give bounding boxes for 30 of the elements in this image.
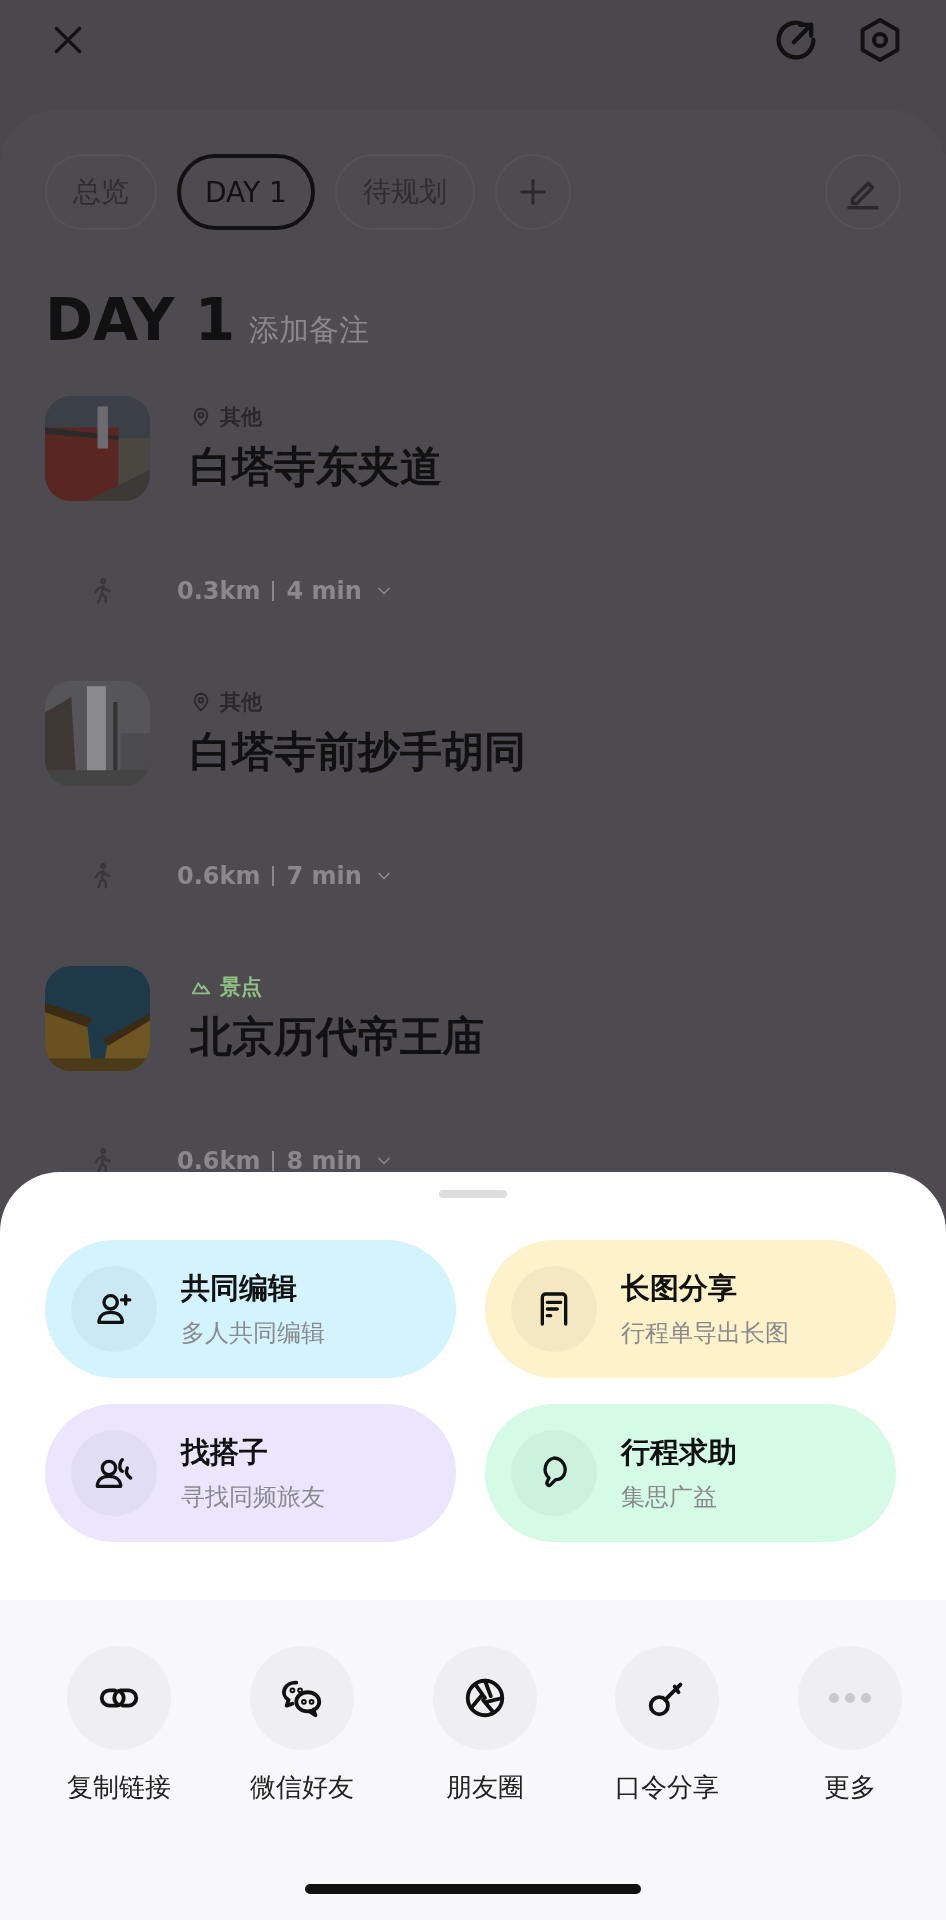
action-card[interactable]: 行程求助 集思广益 [485,1404,896,1542]
sheet-handle[interactable] [439,1190,507,1198]
category-label: 景点 [220,973,262,1001]
duration-text: 7 min [286,862,362,890]
share-option[interactable]: 口令分享 [581,1646,754,1805]
share-option[interactable]: 微信好友 [215,1646,388,1805]
action-title: 长图分享 [621,1270,738,1307]
distance-text: 0.3km [177,577,261,605]
note-field[interactable]: 添加备注 [249,312,430,347]
distance-text: 0.6km [177,1147,261,1175]
action-subtitle: 集思广益 [621,1482,718,1513]
duration-text: 8 min [286,1147,362,1175]
action-title: 找搭子 [181,1434,269,1471]
duration-text: 4 min [286,577,362,605]
edit-button[interactable] [825,154,901,230]
add-day-button[interactable] [494,154,571,230]
share-option[interactable]: 复制链接 [33,1646,205,1805]
day-title: DAY 1 [45,286,236,354]
action-card[interactable]: 找搭子 寻找同频旅友 [45,1404,456,1542]
share-option[interactable]: 更多 [764,1646,936,1805]
action-card[interactable]: 长图分享 行程单导出长图 [485,1240,896,1378]
action-subtitle: 寻找同频旅友 [181,1482,325,1513]
more-icon [827,1692,873,1704]
action-card[interactable]: 共同编辑 多人共同编辑 [45,1240,456,1378]
action-subtitle: 行程单导出长图 [621,1318,789,1349]
share-option[interactable]: 朋友圈 [398,1646,571,1805]
distance-text: 0.6km [177,862,261,890]
action-title: 共同编辑 [181,1270,298,1307]
action-subtitle: 多人共同编辑 [181,1318,325,1349]
action-title: 行程求助 [621,1434,737,1471]
